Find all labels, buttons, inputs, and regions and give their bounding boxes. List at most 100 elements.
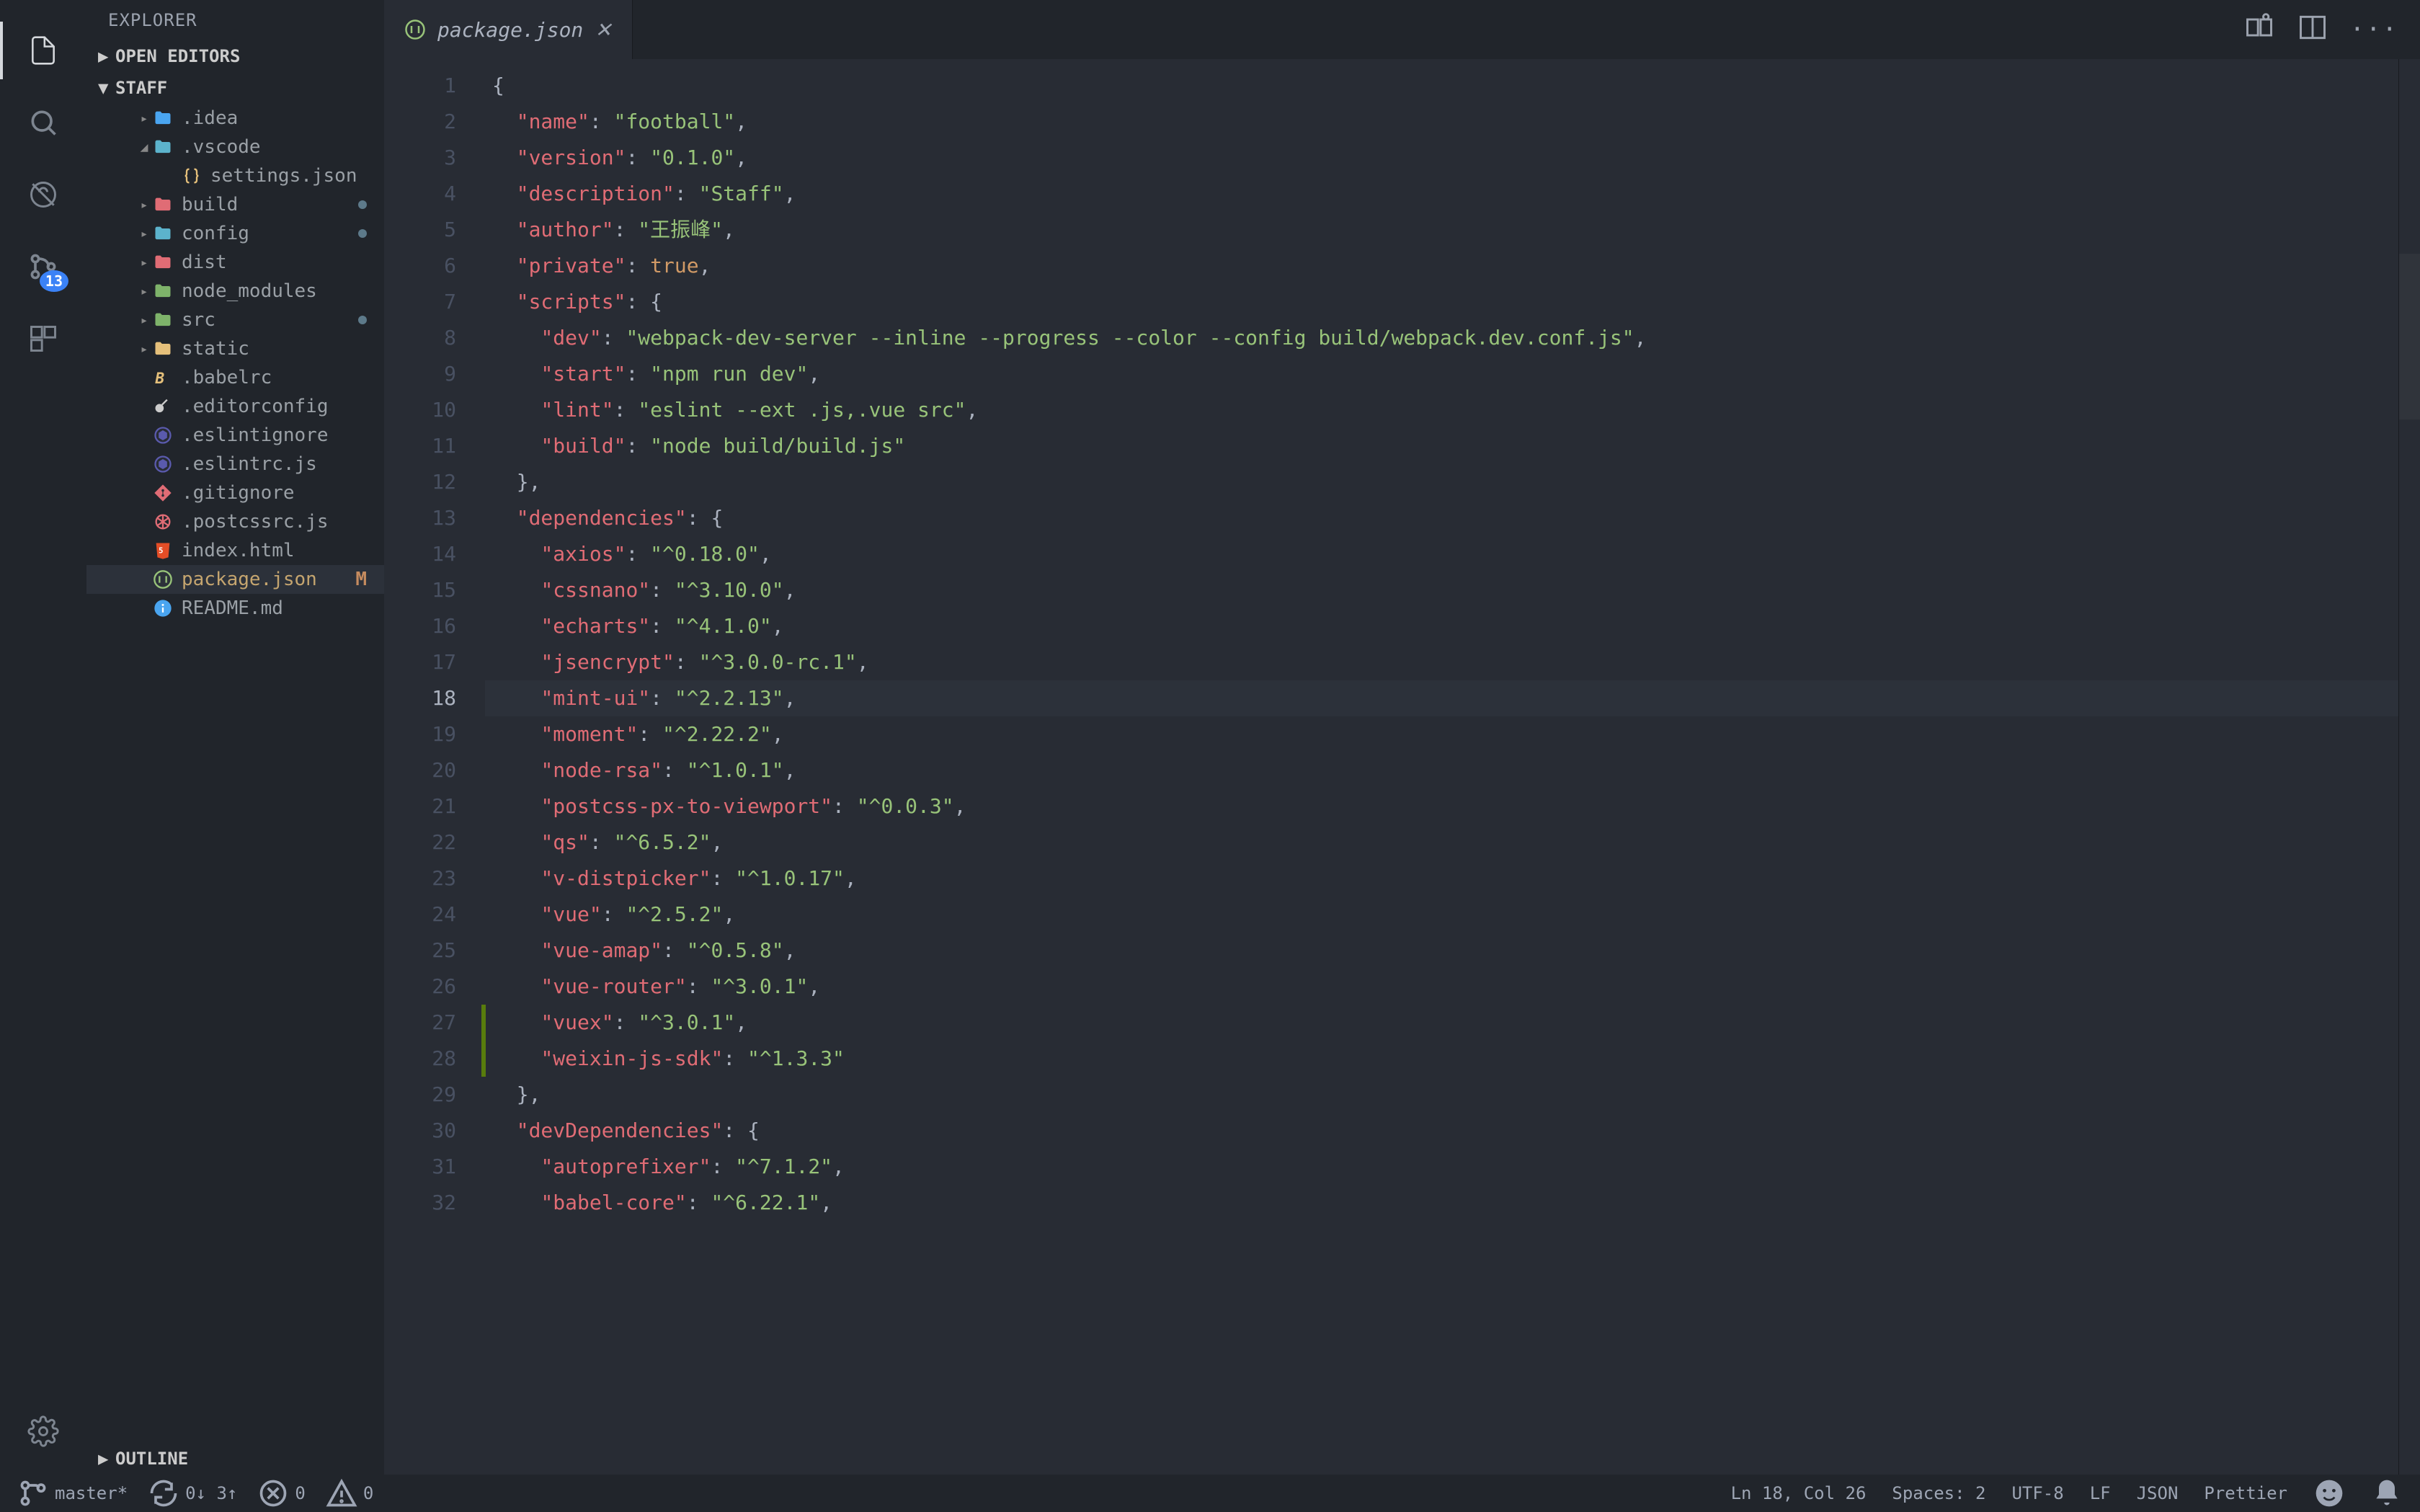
tree-item-label: .babelrc: [182, 367, 375, 388]
tree-item--idea[interactable]: ▸ .idea: [86, 104, 384, 133]
svg-text:B: B: [155, 370, 165, 387]
line-number-gutter: 1234567891011121314151617181920212223242…: [384, 59, 485, 1475]
tree-item-label: index.html: [182, 540, 375, 561]
editor-area: package.json ✕ ··· 123456789101112131415…: [384, 0, 2420, 1475]
errors-status[interactable]: 0: [257, 1477, 305, 1509]
line-number: 6: [384, 248, 456, 284]
tree-item--vscode[interactable]: ◢.vscode: [86, 133, 384, 161]
folder-icon: [151, 108, 174, 128]
git-status-badge: M: [355, 569, 367, 590]
code-line: "moment": "^2.22.2",: [485, 716, 2398, 752]
git-branch[interactable]: master*: [17, 1477, 128, 1509]
code-line: "autoprefixer": "^7.1.2",: [485, 1149, 2398, 1185]
tree-item-label: README.md: [182, 597, 375, 619]
scm-icon[interactable]: 13: [22, 245, 65, 288]
tree-item-src[interactable]: ▸src: [86, 306, 384, 334]
tree-item-static[interactable]: ▸static: [86, 334, 384, 363]
more-actions-icon[interactable]: ···: [2350, 15, 2398, 44]
line-number: 14: [384, 536, 456, 572]
line-number: 2: [384, 104, 456, 140]
minimap[interactable]: [2398, 59, 2420, 1475]
tab-package-json[interactable]: package.json ✕: [384, 0, 633, 59]
npm-file-icon: [151, 569, 174, 590]
git-file-icon: [151, 483, 174, 503]
explorer-icon[interactable]: [22, 29, 65, 72]
file-tree: ▸.idea◢.vscodesettings.json▸build▸config…: [86, 104, 384, 1443]
html-file-icon: 5: [151, 541, 174, 561]
tree-item-label: src: [182, 309, 358, 331]
tree-item-dist[interactable]: ▸dist: [86, 248, 384, 277]
chevron-icon: ▸: [137, 342, 151, 357]
split-editor-icon[interactable]: [2297, 12, 2328, 48]
code-line: "node-rsa": "^1.0.1",: [485, 752, 2398, 788]
sidebar-title: EXPLORER: [86, 0, 384, 40]
info-file-icon: [151, 598, 174, 618]
minimap-thumb[interactable]: [2399, 254, 2420, 419]
line-number: 5: [384, 212, 456, 248]
language-status[interactable]: JSON: [2137, 1483, 2179, 1503]
tree-item-index-html[interactable]: 5 index.html: [86, 536, 384, 565]
extensions-icon[interactable]: [22, 317, 65, 360]
close-icon[interactable]: ✕: [595, 18, 611, 42]
formatter-status[interactable]: Prettier: [2204, 1483, 2287, 1503]
line-number: 13: [384, 500, 456, 536]
encoding-status[interactable]: UTF-8: [2011, 1483, 2063, 1503]
notifications-icon[interactable]: [2371, 1477, 2403, 1509]
tree-item-readme-md[interactable]: README.md: [86, 594, 384, 623]
cursor-position[interactable]: Ln 18, Col 26: [1731, 1483, 1867, 1503]
workspace-section[interactable]: ▼STAFF: [86, 72, 384, 104]
line-number: 29: [384, 1077, 456, 1113]
code-line: "mint-ui": "^2.2.13",: [485, 680, 2398, 716]
line-number: 11: [384, 428, 456, 464]
warning-count: 0: [363, 1483, 373, 1503]
tree-item-settings-json[interactable]: settings.json: [86, 161, 384, 190]
code-line: },: [485, 1077, 2398, 1113]
outline-section[interactable]: ▶OUTLINE: [86, 1443, 384, 1475]
tree-item--babelrc[interactable]: B .babelrc: [86, 363, 384, 392]
debug-icon[interactable]: [22, 173, 65, 216]
sync-counts: 0↓ 3↑: [185, 1483, 237, 1503]
tree-item-build[interactable]: ▸build: [86, 190, 384, 219]
tree-item-label: .eslintrc.js: [182, 453, 375, 475]
code-line: "vue-amap": "^0.5.8",: [485, 933, 2398, 969]
line-number: 8: [384, 320, 456, 356]
code-line: "scripts": {: [485, 284, 2398, 320]
editorconfig-file-icon: [151, 396, 174, 417]
open-editors-section[interactable]: ▶OPEN EDITORS: [86, 40, 384, 72]
code-line: "author": "王振峰",: [485, 212, 2398, 248]
code-line: "weixin-js-sdk": "^1.3.3": [485, 1041, 2398, 1077]
tree-item-label: .idea: [182, 107, 375, 129]
tree-item-package-json[interactable]: package.jsonM: [86, 565, 384, 594]
code-line: "dev": "webpack-dev-server --inline --pr…: [485, 320, 2398, 356]
warnings-status[interactable]: 0: [326, 1477, 373, 1509]
code-line: "private": true,: [485, 248, 2398, 284]
line-number: 12: [384, 464, 456, 500]
line-number: 3: [384, 140, 456, 176]
tree-item--editorconfig[interactable]: .editorconfig: [86, 392, 384, 421]
feedback-icon[interactable]: [2313, 1477, 2345, 1509]
compare-changes-icon[interactable]: [2243, 12, 2275, 48]
tree-item-config[interactable]: ▸config: [86, 219, 384, 248]
code-content[interactable]: { "name": "football", "version": "0.1.0"…: [485, 59, 2398, 1475]
line-number: 1: [384, 68, 456, 104]
modified-dot-icon: [358, 229, 367, 238]
chevron-icon: ▸: [137, 111, 151, 126]
folder-icon: [151, 252, 174, 272]
sync-status[interactable]: 0↓ 3↑: [148, 1477, 237, 1509]
eol-status[interactable]: LF: [2090, 1483, 2111, 1503]
line-number: 9: [384, 356, 456, 392]
tree-item--eslintrc-js[interactable]: .eslintrc.js: [86, 450, 384, 479]
tree-item-label: .eslintignore: [182, 424, 375, 446]
tree-item-node-modules[interactable]: ▸node_modules: [86, 277, 384, 306]
search-icon[interactable]: [22, 101, 65, 144]
tree-item--gitignore[interactable]: .gitignore: [86, 479, 384, 507]
settings-gear-icon[interactable]: [22, 1410, 65, 1453]
line-number: 31: [384, 1149, 456, 1185]
tree-item--postcssrc-js[interactable]: .postcssrc.js: [86, 507, 384, 536]
code-line: "vue": "^2.5.2",: [485, 897, 2398, 933]
tree-item-label: .gitignore: [182, 482, 375, 504]
tree-item-label: .editorconfig: [182, 396, 375, 417]
tree-item-label: build: [182, 194, 358, 215]
tree-item--eslintignore[interactable]: .eslintignore: [86, 421, 384, 450]
indent-status[interactable]: Spaces: 2: [1892, 1483, 1985, 1503]
